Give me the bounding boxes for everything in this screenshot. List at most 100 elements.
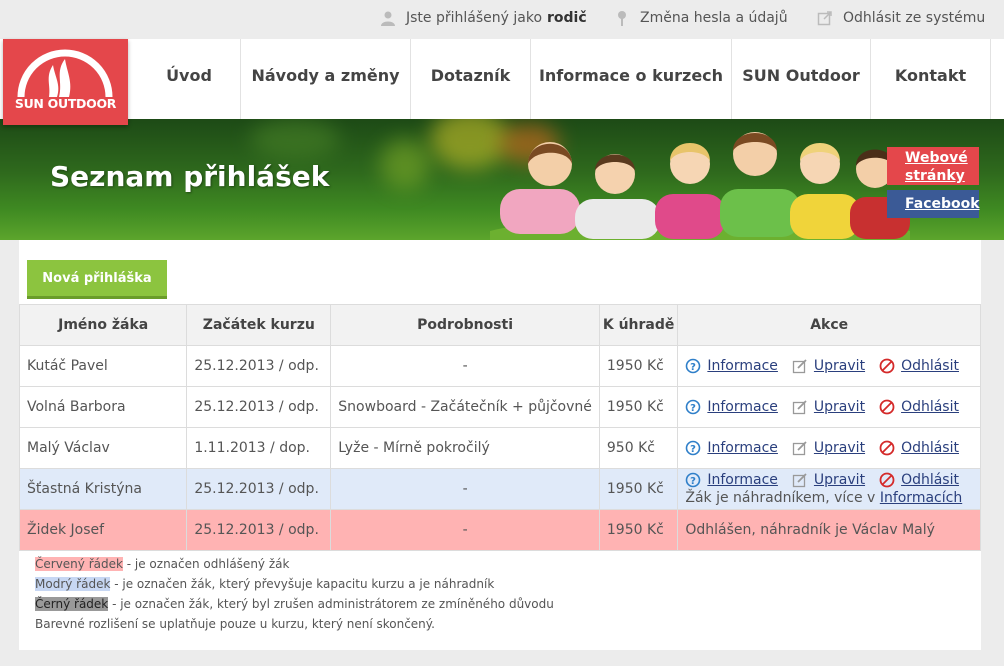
cancel-label: Odhlásit [901,399,959,415]
table-row-substitute: Šťastná Kristýna 25.12.2013 / odp. - 195… [18,468,981,510]
info-icon: ? [686,399,701,415]
logout-link[interactable]: Odhlásit ze systému [817,10,985,26]
header-start[interactable]: Začátek kurzu [186,304,332,346]
website-link[interactable]: Webové stránky [887,147,979,185]
applications-panel: Nová přihláška Jméno žáka Začátek kurzu … [18,240,981,650]
menu-item-informace[interactable]: Informace o kurzech [531,39,732,119]
legend-red-row: Červený řádek - je označen odhlášený žák [35,554,554,574]
logout-icon [817,11,832,26]
course-start: 25.12.2013 / odp. [186,509,332,551]
info-label: Informace [707,358,778,374]
user-role: rodič [547,10,587,26]
children-photo [490,132,910,240]
legend-blue-text: - je označen žák, který převyšuje kapaci… [110,577,495,591]
student-name: Malý Václav [18,427,188,469]
header-details[interactable]: Podrobnosti [330,304,600,346]
edit-icon [792,400,807,415]
header-actions: Akce [677,304,981,346]
student-name: Volná Barbora [18,386,188,428]
course-start: 25.12.2013 / odp. [186,386,332,428]
facebook-link[interactable]: Facebook [887,190,980,218]
info-action[interactable]: ? Informace [685,358,778,374]
user-icon [381,11,395,26]
row-actions: ? Informace Upravit Odhlásit [677,345,981,387]
cancel-action[interactable]: Odhlásit [879,358,959,374]
legend-black-row: Černý řádek - je označen žák, který byl … [35,594,554,614]
forbidden-icon [879,440,895,456]
info-icon: ? [686,358,701,374]
course-details: - [330,468,600,510]
student-name: Kutáč Pavel [18,345,188,387]
info-icon: ? [686,440,701,456]
cancel-action[interactable]: Odhlásit [879,399,959,415]
color-legend: Červený řádek - je označen odhlášený žák… [35,554,554,634]
change-password-label: Změna hesla a údajů [640,10,788,26]
menu-item-kontakt[interactable]: Kontakt [871,39,991,119]
forbidden-icon [879,472,895,488]
edit-action[interactable]: Upravit [792,440,865,456]
edit-icon [792,441,807,456]
header-due[interactable]: K úhradě [598,304,679,346]
applications-table: Jméno žáka Začátek kurzu Podrobnosti K ú… [18,304,981,551]
legend-black-label: Černý řádek [35,597,109,611]
info-label: Informace [707,440,778,456]
course-details: Lyže - Mírně pokročilý [330,427,600,469]
cancel-action[interactable]: Odhlásit [879,471,959,489]
info-icon: ? [686,472,701,488]
menu-item-uvod[interactable]: Úvod [138,39,241,119]
legend-blue-label: Modrý řádek [35,577,111,591]
course-details: - [330,345,600,387]
cancel-label: Odhlásit [901,358,959,374]
edit-action[interactable]: Upravit [792,471,865,489]
legend-black-text: - je označen žák, který byl zrušen admin… [108,597,554,611]
svg-text:?: ? [690,444,696,455]
course-start: 1.11.2013 / dop. [186,427,332,469]
menu-item-navody[interactable]: Návody a změny [241,39,411,119]
page-banner: Seznam přihlášek Webové stránky Facebook [0,119,1004,240]
cancel-status: Odhlášen, náhradník je Václav Malý [677,509,981,551]
forbidden-icon [879,399,895,415]
edit-action[interactable]: Upravit [792,399,865,415]
course-details: - [330,509,600,551]
edit-label: Upravit [813,358,866,374]
logo-text: SUN OUTDOOR [14,96,117,111]
edit-action[interactable]: Upravit [792,358,865,374]
edit-icon [792,359,807,374]
substitute-note: Žák je náhradníkem, více v Informacích [685,489,973,507]
student-name: Židek Josef [18,509,188,551]
cancel-label: Odhlásit [901,472,959,488]
amount-due: 1950 Kč [598,509,679,551]
logout-label: Odhlásit ze systému [843,10,986,26]
info-label: Informace [707,472,778,488]
svg-text:?: ? [690,362,696,373]
header-name[interactable]: Jméno žáka [18,304,188,346]
amount-due: 950 Kč [598,427,679,469]
new-application-button[interactable]: Nová přihláška [27,260,167,299]
info-action[interactable]: ? Informace [685,399,778,415]
table-row: Malý Václav 1.11.2013 / dop. Lyže - Mírn… [18,427,981,469]
edit-icon [792,473,807,488]
table-row: Kutáč Pavel 25.12.2013 / odp. - 1950 Kč … [18,345,981,387]
substitute-info-link[interactable]: Informacích [880,490,962,506]
legend-red-label: Červený řádek [35,557,123,571]
info-action[interactable]: ? Informace [685,440,778,456]
menu-item-dotaznik[interactable]: Dotazník [411,39,531,119]
table-header-row: Jméno žáka Začátek kurzu Podrobnosti K ú… [18,304,981,346]
menu-item-sun-outdoor[interactable]: SUN Outdoor [732,39,871,119]
row-actions: ? Informace Upravit Odhlásit [677,386,981,428]
page-title: Seznam přihlášek [50,160,330,193]
row-actions: ? Informace Upravit Odhlásit Žák je náhra… [677,468,981,510]
student-name: Šťastná Kristýna [18,468,188,510]
cancel-action[interactable]: Odhlásit [879,440,959,456]
menu-bar: Úvod Návody a změny Dotazník Informace o… [138,39,991,119]
user-bar: Jste přihlášený jako rodič Změna hesla a … [0,0,1004,39]
main-content: Nová přihláška Jméno žáka Začátek kurzu … [0,240,1004,666]
svg-text:?: ? [690,403,696,414]
info-label: Informace [707,399,778,415]
course-start: 25.12.2013 / odp. [186,468,332,510]
row-actions: ? Informace Upravit Odhlásit [677,427,981,469]
sun-outdoor-logo[interactable]: SUN OUTDOOR [3,39,128,125]
info-action[interactable]: ? Informace [685,471,778,489]
change-password-link[interactable]: Změna hesla a údajů [614,10,788,26]
course-details: Snowboard - Začátečník + půjčovné [330,386,600,428]
